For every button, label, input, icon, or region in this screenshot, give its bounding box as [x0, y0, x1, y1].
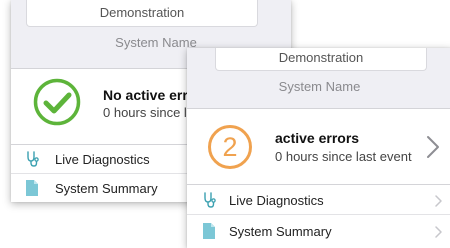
screen-active-errors: Demonstration System Name 2 active error…	[187, 48, 450, 248]
system-header: Demonstration System Name	[187, 48, 450, 109]
chevron-right-icon[interactable]	[426, 135, 440, 159]
stethoscope-icon	[204, 192, 216, 208]
document-icon	[26, 180, 38, 196]
system-name-field[interactable]: Demonstration	[26, 0, 258, 27]
chevron-right-icon	[435, 195, 442, 207]
menu-item-label: System Summary	[55, 181, 158, 196]
menu-item-label: Live Diagnostics	[55, 152, 150, 167]
system-name-label: System Name	[278, 79, 361, 94]
chevron-right-icon	[435, 226, 442, 238]
status-card[interactable]: 2 active errors 0 hours since last event	[187, 109, 450, 185]
status-title: active errors	[275, 130, 360, 146]
system-name-field[interactable]: Demonstration	[215, 48, 427, 71]
menu-item-system-summary[interactable]: System Summary	[187, 217, 450, 245]
status-subtitle: 0 hours since last event	[275, 149, 412, 164]
menu-item-label: Live Diagnostics	[229, 193, 324, 208]
stethoscope-icon	[27, 151, 39, 167]
error-count-badge: 2	[208, 125, 252, 169]
menu-item-live-diagnostics[interactable]: Live Diagnostics	[187, 186, 450, 215]
document-icon	[203, 223, 215, 239]
menu-item-label: System Summary	[229, 224, 332, 239]
checkmark-circle-icon	[33, 78, 81, 126]
